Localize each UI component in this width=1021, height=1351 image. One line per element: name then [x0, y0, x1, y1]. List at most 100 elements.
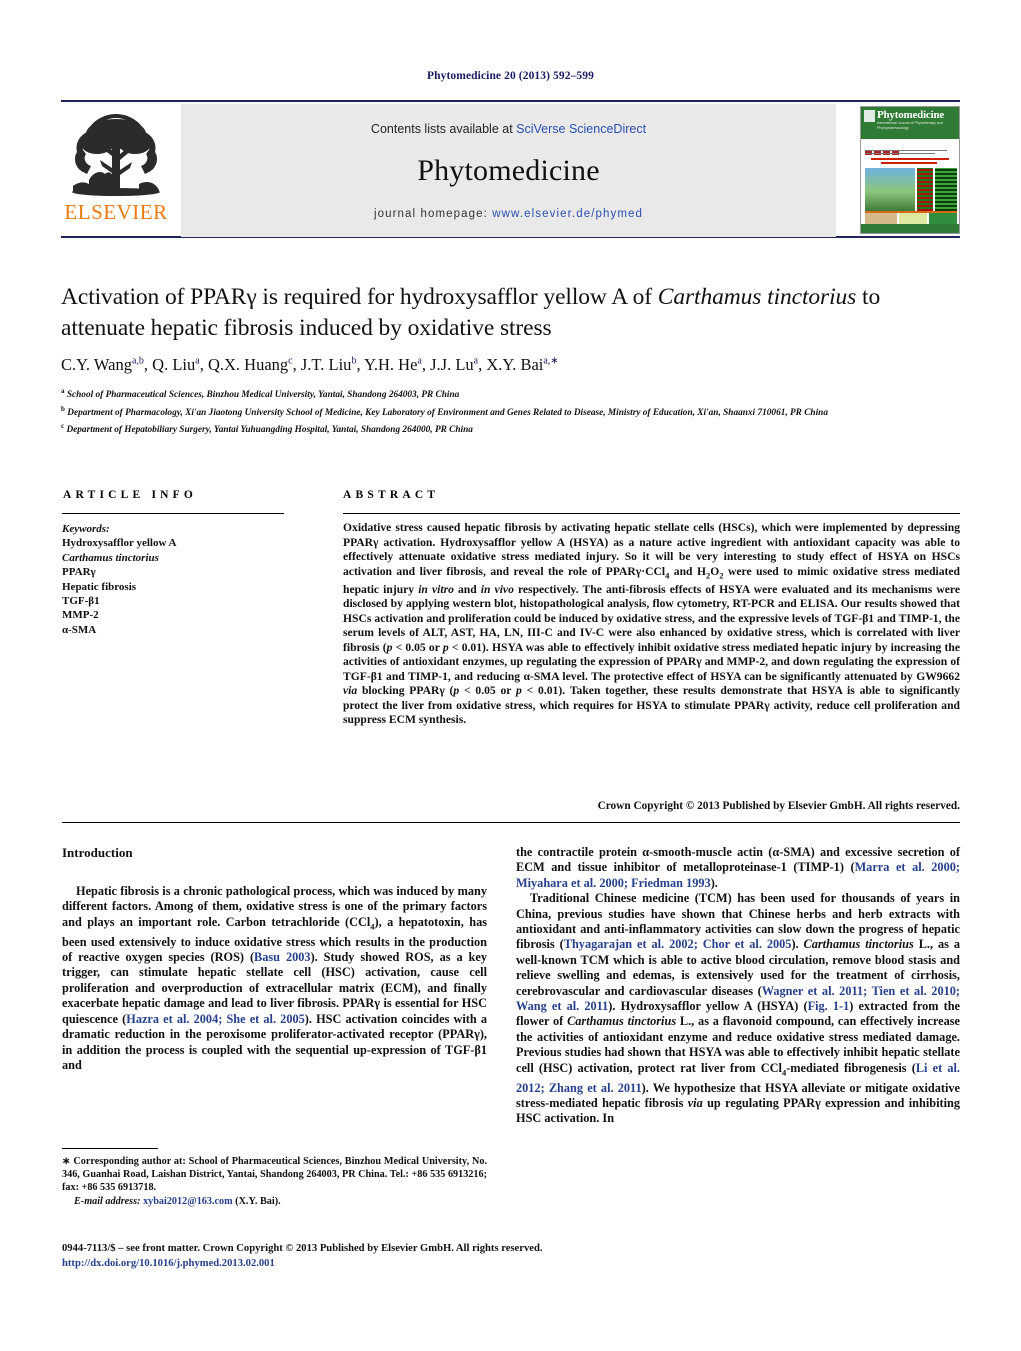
contents-prefix: Contents lists available at: [370, 122, 517, 136]
cover-body: [861, 139, 959, 233]
author-6-sup: a: [473, 355, 479, 367]
author-5-sup: a: [417, 355, 422, 367]
right-seg-9: -mediated fibrogenesis (: [786, 1060, 916, 1075]
affiliation-b-text: Department of Pharmacology, Xi'an Jiaoto…: [67, 407, 828, 418]
doi-link[interactable]: http://dx.doi.org/10.1016/j.phymed.2013.…: [62, 1258, 960, 1269]
journal-masthead: ELSEVIER Contents lists available at Sci…: [61, 100, 960, 238]
abstract-seg-2: and H: [669, 564, 707, 578]
abstract-seg-7: < 0.05 or: [392, 640, 443, 654]
keyword-item: Carthamus tinctorius: [62, 551, 159, 564]
author-4: J.T. Liub: [301, 355, 357, 374]
title-italic-1: Carthamus: [657, 284, 762, 310]
author-1-name: C.Y. Wang: [61, 355, 132, 374]
running-head: Phytomedicine 20 (2013) 592–599: [427, 70, 594, 82]
body-column-right: the contractile protein α-smooth-muscle …: [516, 845, 960, 1127]
affiliation-b: b Department of Pharmacology, Xi'an Jiao…: [61, 403, 951, 421]
divider-article-info: [62, 513, 284, 514]
title-seg-1: Activation of PPAR: [61, 284, 247, 310]
abstract-seg-9: blocking PPARγ (: [357, 684, 454, 698]
elsevier-tree-icon: [72, 114, 160, 196]
keyword-item: PPARγ: [62, 566, 96, 579]
cover-footer: [861, 224, 959, 233]
divider-abstract-bottom: [62, 822, 960, 823]
cover-title: Phytomedicine: [877, 109, 945, 121]
abstract-italic-5: via: [343, 684, 358, 698]
cover-subtitle: International Journal of Phytotherapy an…: [877, 121, 943, 130]
affiliation-list: a School of Pharmaceutical Sciences, Bin…: [61, 385, 951, 438]
author-list: C.Y. Wanga,b, Q. Liua, Q.X. Huangc, J.T.…: [61, 355, 559, 374]
keyword-item: MMP-2: [62, 609, 99, 622]
author-7: X.Y. Baia,∗: [486, 355, 558, 374]
cover-redbar-icon: [865, 142, 923, 155]
author-6: J.J. Lua: [430, 355, 478, 374]
author-3: Q.X. Huangc: [208, 355, 293, 374]
citation-link[interactable]: Thyagarajan et al. 2002; Chor et al. 200…: [564, 937, 792, 951]
sciencedirect-banner: Contents lists available at SciVerse Sci…: [181, 104, 836, 237]
author-2-sup: a: [195, 355, 200, 367]
affiliation-c-text: Department of Hepatobiliary Surgery, Yan…: [66, 425, 473, 436]
divider-abstract: [343, 513, 960, 514]
abstract-copyright: Crown Copyright © 2013 Published by Else…: [597, 800, 960, 812]
keyword-item: TGF-β1: [62, 595, 100, 608]
author-6-name: J.J. Lu: [430, 355, 474, 374]
issn-copyright-line: 0944-7113/$ – see front matter. Crown Co…: [62, 1243, 543, 1254]
homepage-label: journal homepage:: [373, 208, 493, 220]
abstract-seg-10: < 0.05 or: [459, 684, 517, 698]
author-4-name: J.T. Liu: [300, 355, 352, 374]
footnote-text: Corresponding author at: School of Pharm…: [62, 1156, 487, 1194]
keyword-item: Hepatic fibrosis: [62, 580, 137, 593]
affiliation-b-mark: b: [61, 404, 65, 413]
keywords-block: Keywords: Hydroxysafflor yellow A Cartha…: [62, 522, 292, 637]
author-1: C.Y. Wanga,b: [61, 355, 144, 374]
author-7-sup[interactable]: a,∗: [543, 356, 558, 367]
abstract-heading: ABSTRACT: [343, 489, 440, 501]
paragraph: the contractile protein α-smooth-muscle …: [516, 845, 960, 891]
email-label: E-mail address:: [74, 1195, 141, 1207]
citation-link[interactable]: Basu 2003: [254, 950, 311, 964]
title-seg-2: is required for hydroxysafflor yellow A …: [256, 284, 658, 310]
corresponding-author-footnote: ∗ Corresponding author at: School of Pha…: [62, 1155, 487, 1208]
body-column-left: Hepatic fibrosis is a chronic pathologic…: [62, 884, 487, 1073]
right-seg-2: ).: [710, 875, 718, 890]
elsevier-logo: ELSEVIER: [61, 104, 171, 237]
author-2-name: Q. Liu: [152, 355, 196, 374]
cover-header: Phytomedicine International Journal of P…: [861, 107, 959, 139]
contents-list-line: Contents lists available at SciVerse Sci…: [181, 122, 836, 136]
elsevier-wordmark: ELSEVIER: [64, 200, 168, 224]
email-link[interactable]: xybai2012@163.com: [143, 1196, 233, 1207]
author-3-sup: c: [288, 355, 293, 367]
sciencedirect-link[interactable]: SciVerse ScienceDirect: [516, 122, 646, 136]
citation-link[interactable]: Hazra et al. 2004; She et al. 2005: [126, 1012, 305, 1026]
email-suffix: (X.Y. Bai).: [232, 1195, 281, 1207]
right-italic-1: Carthamus tinctorius: [803, 937, 914, 952]
page-title: Activation of PPARγ is required for hydr…: [61, 282, 891, 344]
abstract-seg-3: O: [710, 564, 720, 578]
footnote-star: ∗: [62, 1156, 71, 1167]
paper-page: Phytomedicine 20 (2013) 592–599 ELSEVIER…: [0, 0, 1021, 1351]
author-7-name: X.Y. Bai: [486, 355, 544, 374]
abstract-text: Oxidative stress caused hepatic fibrosis…: [343, 521, 960, 728]
homepage-url[interactable]: www.elsevier.de/phymed: [492, 208, 643, 220]
footnote-email-line: E-mail address: xybai2012@163.com (X.Y. …: [62, 1195, 487, 1208]
right-italic-3: via: [687, 1095, 703, 1110]
journal-homepage-line: journal homepage: www.elsevier.de/phymed: [181, 208, 836, 220]
title-block: Activation of PPARγ is required for hydr…: [61, 282, 891, 344]
keyword-item: Hydroxysafflor yellow A: [62, 537, 177, 550]
cover-publisher-mark-icon: [864, 110, 875, 122]
paragraph: Hepatic fibrosis is a chronic pathologic…: [62, 884, 487, 1073]
right-seg-4: ).: [791, 937, 804, 952]
figure-link[interactable]: Fig. 1-1: [808, 999, 850, 1013]
author-3-name: Q.X. Huang: [207, 355, 289, 374]
affiliation-a: a School of Pharmaceutical Sciences, Bin…: [61, 385, 951, 403]
right-seg-6: ). Hydroxysafflor yellow A (HSYA) (: [608, 999, 808, 1014]
title-gamma: γ: [246, 284, 257, 310]
abstract-italic-2: in vivo: [480, 582, 514, 596]
journal-title: Phytomedicine: [417, 154, 600, 187]
author-4-sup: b: [351, 355, 357, 367]
journal-cover-thumbnail: Phytomedicine International Journal of P…: [860, 106, 960, 234]
section-heading-introduction: Introduction: [62, 845, 133, 860]
keyword-item: α-SMA: [62, 623, 97, 636]
paragraph: Traditional Chinese medicine (TCM) has b…: [516, 891, 960, 1127]
affiliation-a-mark: a: [61, 387, 65, 395]
affiliation-c-mark: c: [61, 422, 65, 430]
